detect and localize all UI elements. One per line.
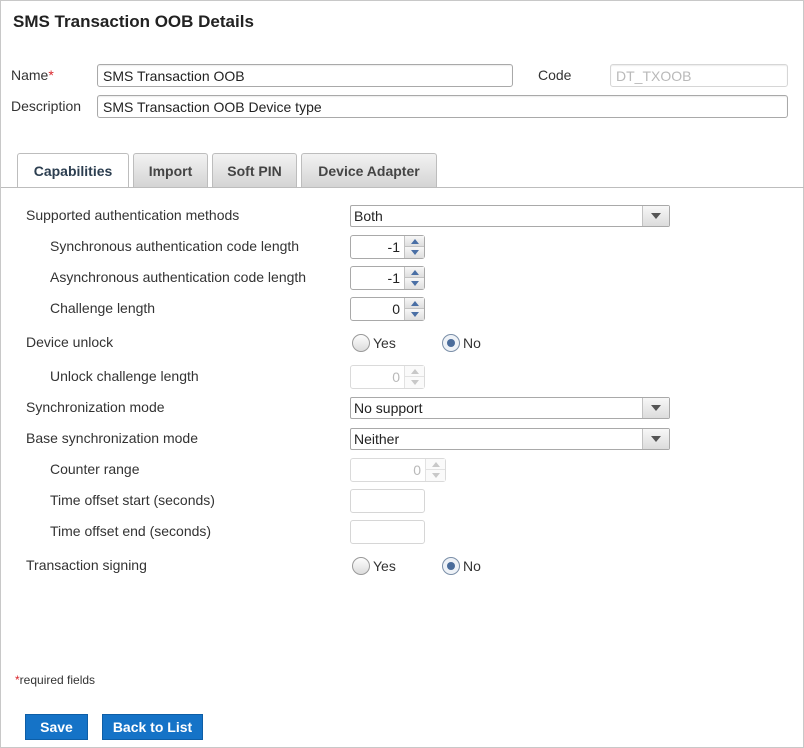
auth-methods-select[interactable]: Both — [350, 205, 670, 227]
arrow-down-icon — [410, 281, 419, 286]
counter-range-value: 0 — [413, 462, 421, 478]
transaction-signing-yes-radio[interactable] — [352, 557, 370, 575]
unlock-challenge-label: Unlock challenge length — [50, 368, 199, 384]
sync-code-length-value: -1 — [387, 239, 400, 255]
device-unlock-no-radio[interactable] — [442, 334, 460, 352]
device-unlock-label: Device unlock — [26, 334, 114, 350]
dropdown-button[interactable] — [642, 206, 669, 226]
page-title: SMS Transaction OOB Details — [13, 12, 254, 31]
spinner-down-button — [426, 470, 445, 481]
spinner-up-button[interactable] — [405, 236, 424, 247]
required-fields-text: required fields — [19, 673, 96, 687]
arrow-up-icon — [431, 461, 440, 467]
dropdown-button[interactable] — [642, 429, 669, 449]
device-unlock-yes-radio[interactable] — [352, 334, 370, 352]
tab-divider — [1, 187, 804, 188]
time-offset-start-label: Time offset start (seconds) — [50, 492, 215, 508]
arrow-up-icon — [410, 238, 419, 244]
name-input[interactable] — [97, 64, 513, 87]
spinner-up-button — [405, 366, 424, 377]
auth-methods-value: Both — [354, 208, 383, 224]
spinner-down-button — [405, 377, 424, 388]
time-offset-end-label: Time offset end (seconds) — [50, 523, 212, 539]
unlock-challenge-spinner: 0 — [350, 365, 425, 389]
tab-device-adapter[interactable]: Device Adapter — [301, 153, 437, 187]
spinner-up-button — [426, 459, 445, 470]
tab-capabilities[interactable]: Capabilities — [17, 153, 129, 188]
base-sync-mode-select[interactable]: Neither — [350, 428, 670, 450]
arrow-up-icon — [410, 269, 419, 275]
arrow-down-icon — [410, 380, 419, 385]
sync-code-length-label: Synchronous authentication code length — [50, 238, 300, 254]
time-offset-end-input — [350, 520, 425, 544]
code-label: Code — [538, 67, 572, 83]
spinner-down-button[interactable] — [405, 247, 424, 258]
async-code-length-value: -1 — [387, 270, 400, 286]
sync-mode-value: No support — [354, 400, 423, 416]
page-frame: SMS Transaction OOB Details Name* Code D… — [0, 0, 804, 748]
unlock-challenge-value: 0 — [392, 369, 400, 385]
transaction-signing-yes-label[interactable]: Yes — [373, 558, 396, 574]
async-code-length-spinner[interactable]: -1 — [350, 266, 425, 290]
description-label: Description — [11, 98, 82, 114]
sync-code-length-spinner[interactable]: -1 — [350, 235, 425, 259]
name-label: Name* — [11, 67, 54, 83]
time-offset-start-input — [350, 489, 425, 513]
tab-import[interactable]: Import — [133, 153, 208, 187]
arrow-down-icon — [431, 473, 440, 478]
chevron-down-icon — [651, 436, 661, 442]
base-sync-mode-label: Base synchronization mode — [26, 430, 198, 446]
sync-mode-select[interactable]: No support — [350, 397, 670, 419]
description-input[interactable] — [97, 95, 788, 118]
arrow-down-icon — [410, 312, 419, 317]
chevron-down-icon — [651, 213, 661, 219]
spinner-up-button[interactable] — [405, 267, 424, 278]
async-code-length-label: Asynchronous authentication code length — [50, 269, 307, 285]
sync-mode-label: Synchronization mode — [26, 399, 165, 415]
spinner-down-button[interactable] — [405, 309, 424, 320]
transaction-signing-label: Transaction signing — [26, 557, 147, 573]
required-star: * — [48, 67, 54, 83]
device-unlock-yes-label[interactable]: Yes — [373, 335, 396, 351]
challenge-length-value: 0 — [392, 301, 400, 317]
arrow-up-icon — [410, 300, 419, 306]
save-button[interactable]: Save — [25, 714, 88, 740]
auth-methods-label: Supported authentication methods — [26, 207, 240, 223]
base-sync-mode-value: Neither — [354, 431, 400, 447]
code-input — [610, 64, 788, 87]
spinner-up-button[interactable] — [405, 298, 424, 309]
spinner-down-button[interactable] — [405, 278, 424, 289]
device-unlock-no-label[interactable]: No — [463, 335, 481, 351]
transaction-signing-no-label[interactable]: No — [463, 558, 481, 574]
required-fields-note: *required fields — [15, 673, 95, 687]
counter-range-label: Counter range — [50, 461, 140, 477]
challenge-length-spinner[interactable]: 0 — [350, 297, 425, 321]
chevron-down-icon — [651, 405, 661, 411]
back-to-list-button[interactable]: Back to List — [102, 714, 203, 740]
arrow-up-icon — [410, 368, 419, 374]
challenge-length-label: Challenge length — [50, 300, 156, 316]
dropdown-button[interactable] — [642, 398, 669, 418]
transaction-signing-no-radio[interactable] — [442, 557, 460, 575]
counter-range-spinner: 0 — [350, 458, 446, 482]
name-label-text: Name — [11, 67, 49, 83]
tab-soft-pin[interactable]: Soft PIN — [212, 153, 297, 187]
arrow-down-icon — [410, 250, 419, 255]
